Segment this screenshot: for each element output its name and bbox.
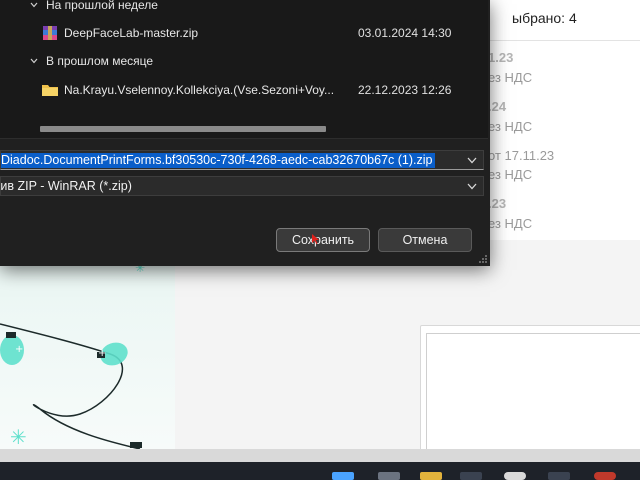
file-date: 22.12.2023 12:26 <box>358 83 452 97</box>
resize-grip-icon[interactable] <box>478 254 488 264</box>
file-name: Na.Krayu.Vselennoy.Kollekciya.(Vse.Sezon… <box>64 83 335 97</box>
background-separator <box>470 40 640 41</box>
background-entry-note: ез НДС <box>488 70 533 85</box>
background-entry-amount: 1.23 <box>488 50 514 65</box>
filename-input[interactable]: Diadoc.DocumentPrintForms.bf30530c-730f-… <box>0 150 484 170</box>
save-as-dialog: На прошлой неделе DeepFaceLab-master.zip… <box>0 0 490 266</box>
background-entry-note: ез НДС <box>488 119 533 134</box>
background-entry-note: ез НДС <box>488 216 533 231</box>
yandex-browser-icon[interactable] <box>594 472 616 480</box>
group-header-last-month[interactable]: В прошлом месяце <box>30 54 153 68</box>
selected-count-text: ыбрано: 4 <box>512 10 577 26</box>
svg-text:+: + <box>98 348 106 359</box>
taskbar-app-icon[interactable] <box>504 472 526 480</box>
start-icon[interactable] <box>332 472 354 480</box>
background-entry-note: ез НДС <box>488 167 533 182</box>
chevron-down-icon[interactable] <box>467 183 477 190</box>
taskbar-app-icon[interactable] <box>548 472 570 480</box>
garland-decoration: + + ✳ ✳ <box>0 264 145 449</box>
taskbar <box>0 462 640 480</box>
chevron-down-icon[interactable] <box>467 157 477 164</box>
background-entry-note: от 17.11.23 <box>488 148 555 163</box>
cancel-button[interactable]: Отмена <box>378 228 472 252</box>
file-date: 03.01.2024 14:30 <box>358 26 452 40</box>
folder-icon <box>42 85 58 96</box>
group-header-label: На прошлой неделе <box>46 0 158 12</box>
chevron-down-icon <box>30 2 38 8</box>
background-card-inner <box>426 333 640 455</box>
page-bottom-strip <box>0 449 640 462</box>
group-header-last-week[interactable]: На прошлой неделе <box>30 0 158 12</box>
vertical-scrollbar[interactable] <box>462 0 488 126</box>
file-row[interactable]: Na.Krayu.Vselennoy.Kollekciya.(Vse.Sezon… <box>42 79 482 101</box>
divider <box>0 138 488 139</box>
background-entry-amount: .23 <box>488 196 507 211</box>
file-row[interactable]: DeepFaceLab-master.zip 03.01.2024 14:30 <box>42 22 482 44</box>
file-name: DeepFaceLab-master.zip <box>64 26 199 40</box>
mouse-cursor-icon <box>312 234 319 244</box>
file-explorer-icon[interactable] <box>420 472 442 480</box>
filetype-select[interactable]: Архив ZIP - WinRAR (*.zip) <box>0 176 484 196</box>
winrar-archive-icon <box>43 26 57 40</box>
filetype-value: Архив ZIP - WinRAR (*.zip) <box>0 179 132 193</box>
svg-text:✳: ✳ <box>10 425 27 449</box>
filename-value: Diadoc.DocumentPrintForms.bf30530c-730f-… <box>1 153 435 168</box>
background-entry-amount: .24 <box>488 99 507 114</box>
svg-text:+: + <box>15 344 23 355</box>
horizontal-scrollbar-thumb[interactable] <box>40 126 326 132</box>
save-button[interactable]: Сохранить <box>276 228 370 252</box>
taskbar-app-icon[interactable] <box>460 472 482 480</box>
chevron-down-icon <box>30 58 38 64</box>
group-header-label: В прошлом месяце <box>46 54 154 68</box>
file-list[interactable]: На прошлой неделе DeepFaceLab-master.zip… <box>0 0 488 138</box>
taskbar-app-icon[interactable] <box>378 472 400 480</box>
